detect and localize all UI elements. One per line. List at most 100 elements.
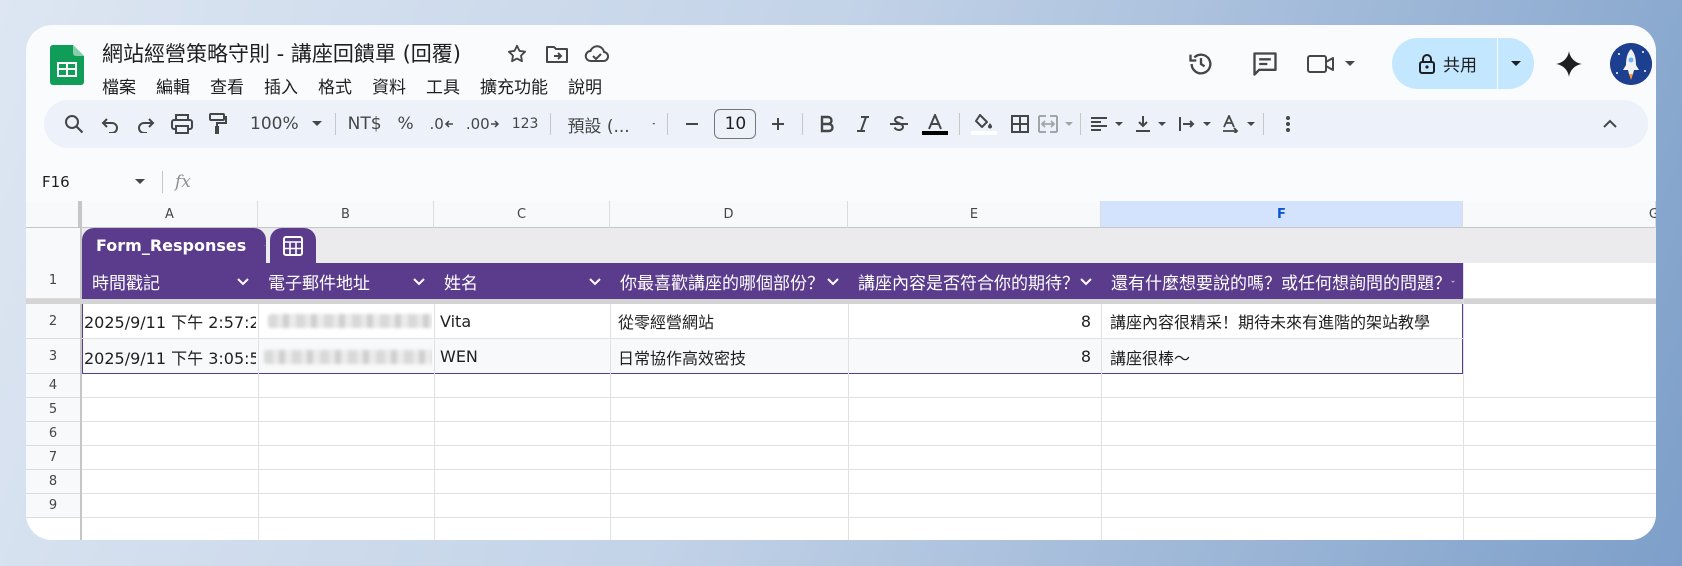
row-header-1[interactable]: 1: [26, 263, 80, 299]
row-header-8[interactable]: 8: [26, 470, 80, 494]
star-icon[interactable]: [502, 39, 532, 69]
row-header-5[interactable]: 5: [26, 398, 80, 422]
table-header-comments[interactable]: 還有什麼想要說的嗎？或任何想詢問的問題？: [1101, 263, 1463, 299]
table-header-name[interactable]: 姓名: [434, 263, 610, 299]
decrease-decimal-button[interactable]: .0: [424, 106, 460, 142]
cell-timestamp[interactable]: 2025/9/11 下午 3:05:56: [84, 339, 256, 374]
more-formats-button[interactable]: 123: [506, 106, 545, 142]
row-header-6[interactable]: 6: [26, 422, 80, 446]
vertical-align-icon[interactable]: [1133, 106, 1169, 142]
borders-icon[interactable]: [1002, 106, 1038, 142]
column-header-c[interactable]: C: [434, 201, 610, 228]
chevron-down-icon[interactable]: [1451, 277, 1455, 286]
more-options-icon[interactable]: [1270, 106, 1306, 142]
undo-icon[interactable]: [92, 106, 128, 142]
increase-decimal-button[interactable]: .00: [460, 106, 506, 142]
meet-button[interactable]: [1306, 41, 1366, 87]
menu-tools[interactable]: 工具: [426, 73, 460, 98]
bold-icon[interactable]: [809, 106, 845, 142]
table-header-email[interactable]: 電子郵件地址: [258, 263, 434, 299]
font-family-select[interactable]: 預設 (...: [557, 106, 661, 142]
cell-comment[interactable]: 講座內容很精采！期待未來有進階的架站教學: [1110, 304, 1460, 338]
decrease-font-size-icon[interactable]: [674, 106, 710, 142]
table-calculator-icon[interactable]: [270, 228, 316, 263]
table-name: Form_Responses: [96, 236, 247, 255]
cell-score[interactable]: 8: [850, 339, 1091, 374]
column-header-e[interactable]: E: [848, 201, 1101, 228]
format-percent-button[interactable]: %: [388, 106, 424, 142]
spreadsheet-grid[interactable]: A B C D E F G Form_Responses 1 2 3 4 5 6…: [26, 201, 1656, 540]
column-header-f[interactable]: F: [1101, 201, 1463, 228]
gemini-sparkle-icon[interactable]: [1548, 43, 1590, 85]
zoom-select[interactable]: 100%: [244, 106, 329, 142]
chevron-down-icon[interactable]: [412, 277, 426, 286]
table-header-favorite[interactable]: 你最喜歡講座的哪個部份？: [610, 263, 848, 299]
font-size-input[interactable]: 10: [714, 109, 757, 139]
fx-icon: fx: [175, 172, 191, 192]
share-button-group: 共用: [1392, 38, 1534, 89]
menu-insert[interactable]: 插入: [264, 73, 298, 98]
row-header-blank: [26, 228, 80, 263]
italic-icon[interactable]: [845, 106, 881, 142]
format-currency-button[interactable]: NT$: [342, 106, 388, 142]
version-history-icon[interactable]: [1178, 41, 1224, 87]
row-header-9[interactable]: 9: [26, 494, 80, 518]
chevron-down-icon[interactable]: [1079, 277, 1093, 286]
cell-email-redacted[interactable]: [260, 339, 432, 374]
row-header-4[interactable]: 4: [26, 374, 80, 398]
column-header-a[interactable]: A: [82, 201, 258, 228]
move-to-folder-icon[interactable]: [542, 39, 572, 69]
text-rotation-icon[interactable]: [1221, 106, 1257, 142]
share-button[interactable]: 共用: [1392, 38, 1497, 89]
column-header-d[interactable]: D: [610, 201, 848, 228]
print-icon[interactable]: [164, 106, 200, 142]
text-wrapping-icon[interactable]: [1177, 106, 1213, 142]
menu-format[interactable]: 格式: [318, 73, 352, 98]
chevron-down-icon[interactable]: [826, 277, 840, 286]
share-dropdown[interactable]: [1498, 38, 1534, 89]
cell-comment[interactable]: 講座很棒～: [1110, 339, 1460, 374]
menu-edit[interactable]: 編輯: [156, 73, 190, 98]
cell-favorite[interactable]: 日常協作高效密技: [618, 339, 846, 374]
collapse-menus-icon[interactable]: [1592, 106, 1628, 142]
redacted-email: [264, 350, 432, 364]
column-header-b[interactable]: B: [258, 201, 434, 228]
search-menus-icon[interactable]: [56, 106, 92, 142]
table-header-expectation[interactable]: 講座內容是否符合你的期待？: [848, 263, 1101, 299]
menu-file[interactable]: 檔案: [102, 73, 136, 98]
cell-timestamp[interactable]: 2025/9/11 下午 2:57:28: [84, 304, 256, 338]
text-color-icon[interactable]: [917, 106, 953, 142]
app-window: 網站經營策略守則 - 講座回饋單 (回覆) 檔案 編輯 查看 插入 格式 資料 …: [26, 25, 1656, 540]
chevron-down-icon[interactable]: [236, 277, 250, 286]
fill-color-icon[interactable]: [966, 106, 1002, 142]
redo-icon[interactable]: [128, 106, 164, 142]
strikethrough-icon[interactable]: [881, 106, 917, 142]
menu-help[interactable]: 說明: [568, 73, 602, 98]
merge-cells-icon[interactable]: [1038, 106, 1074, 142]
menu-view[interactable]: 查看: [210, 73, 244, 98]
document-title[interactable]: 網站經營策略守則 - 講座回饋單 (回覆): [102, 38, 461, 68]
cell-score[interactable]: 8: [850, 304, 1091, 338]
row-header-7[interactable]: 7: [26, 446, 80, 470]
menu-extensions[interactable]: 擴充功能: [480, 73, 548, 98]
cloud-saved-icon[interactable]: [582, 39, 612, 69]
cell-name[interactable]: Vita: [440, 304, 608, 338]
table-header-timestamp[interactable]: 時間戳記: [82, 263, 258, 299]
name-box[interactable]: F16: [26, 168, 154, 196]
increase-font-size-icon[interactable]: [760, 106, 796, 142]
cell-name[interactable]: WEN: [440, 339, 608, 374]
row-header-3[interactable]: 3: [26, 339, 80, 374]
cell-email-redacted[interactable]: [260, 304, 432, 338]
chevron-down-icon[interactable]: [588, 277, 602, 286]
sheets-logo-icon[interactable]: [50, 45, 84, 85]
row-header-2[interactable]: 2: [26, 304, 80, 339]
avatar[interactable]: [1610, 42, 1652, 85]
paint-format-icon[interactable]: [200, 106, 236, 142]
column-header-g[interactable]: G: [1463, 201, 1656, 228]
table-name-tab[interactable]: Form_Responses: [82, 228, 266, 263]
select-all-corner[interactable]: [26, 201, 82, 228]
horizontal-align-icon[interactable]: [1089, 106, 1125, 142]
menu-data[interactable]: 資料: [372, 73, 406, 98]
comments-icon[interactable]: [1242, 41, 1288, 87]
cell-favorite[interactable]: 從零經營網站: [618, 304, 846, 338]
